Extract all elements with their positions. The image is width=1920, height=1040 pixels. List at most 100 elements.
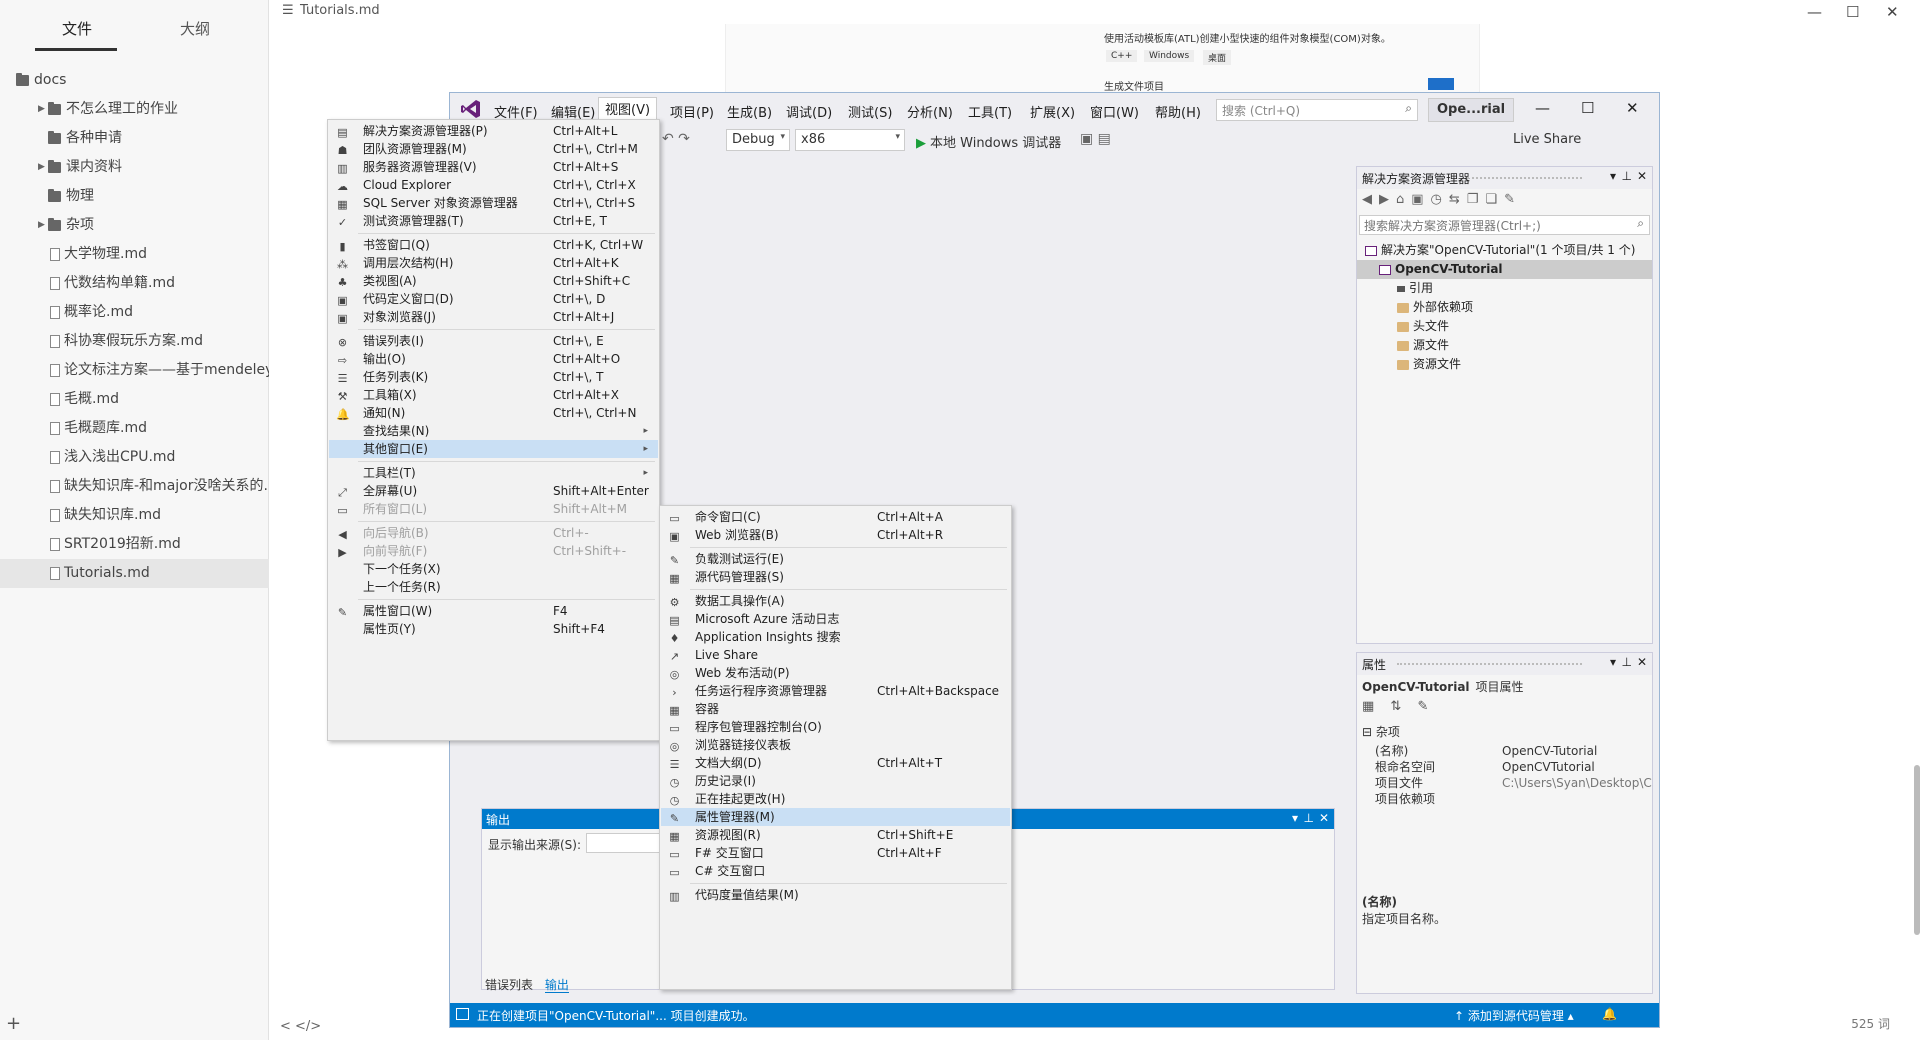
menu-item[interactable]: ◷ 历史记录(I) bbox=[661, 772, 1010, 790]
file-item[interactable]: 缺失知识库.md bbox=[0, 501, 269, 530]
folder-item[interactable]: docs bbox=[0, 66, 269, 95]
vs-search-box[interactable]: 搜索 (Ctrl+Q) ⌕ bbox=[1216, 99, 1418, 121]
solution-tree-item[interactable]: 引用 bbox=[1357, 279, 1652, 298]
file-item[interactable]: 代数结构单籍.md bbox=[0, 269, 269, 298]
solution-tree-item[interactable]: OpenCV-Tutorial bbox=[1357, 260, 1652, 279]
menu-icon[interactable]: ☰ bbox=[282, 3, 294, 18]
pane-close-icon[interactable]: ✕ bbox=[1637, 169, 1647, 183]
menu-item[interactable]: ▣ 对象浏览器(J) Ctrl+Alt+J bbox=[329, 308, 658, 326]
solution-search-input[interactable]: 搜索解决方案资源管理器(Ctrl+;) ⌕ bbox=[1359, 215, 1650, 235]
file-item[interactable]: 毛概.md bbox=[0, 385, 269, 414]
vs-project-name[interactable]: Ope...rial bbox=[1428, 98, 1515, 122]
tab-outline[interactable]: 大纲 bbox=[180, 18, 210, 39]
scrollbar-thumb[interactable] bbox=[1914, 765, 1920, 935]
menu-item[interactable]: ☁ Cloud Explorer Ctrl+\, Ctrl+X bbox=[329, 176, 658, 194]
properties-object-select[interactable]: OpenCV-Tutorial 项目属性 bbox=[1362, 678, 1524, 695]
menu-item[interactable]: › 任务运行程序资源管理器 Ctrl+Alt+Backspace bbox=[661, 682, 1010, 700]
menu-item[interactable]: ⁂ 调用层次结构(H) Ctrl+Alt+K bbox=[329, 254, 658, 272]
minimize-icon[interactable]: — bbox=[1807, 3, 1822, 21]
property-row[interactable]: 项目依赖项 bbox=[1357, 790, 1652, 809]
toolbar-extra-icons[interactable]: ▣ ▤ bbox=[1080, 131, 1111, 147]
file-item[interactable]: 论文标注方案——基于mendeley.md bbox=[0, 356, 269, 385]
menu-item[interactable]: 帮助(H) bbox=[1155, 102, 1201, 121]
caret-right-icon[interactable]: ▶ bbox=[38, 211, 45, 240]
property-category[interactable]: ⊟ 杂项 bbox=[1357, 723, 1652, 742]
menu-item[interactable]: 扩展(X) bbox=[1030, 102, 1075, 121]
pin-icon[interactable]: ⊥ bbox=[1304, 811, 1314, 825]
properties-toolbar[interactable]: ▦ ⇅ ✎ bbox=[1362, 699, 1434, 714]
menu-item[interactable]: ✎ 属性窗口(W) F4 bbox=[329, 602, 658, 620]
tab-files[interactable]: 文件 bbox=[62, 18, 92, 39]
pane-dropdown-icon[interactable]: ▾ bbox=[1292, 811, 1298, 825]
menu-item[interactable]: 分析(N) bbox=[907, 102, 953, 121]
menu-item[interactable]: ▤ Microsoft Azure 活动日志 bbox=[661, 610, 1010, 628]
menu-item[interactable]: ◎ 浏览器链接仪表板 bbox=[661, 736, 1010, 754]
menu-item[interactable]: ▦ 资源视图(R) Ctrl+Shift+E bbox=[661, 826, 1010, 844]
folder-item[interactable]: 物理 bbox=[0, 182, 269, 211]
maximize-icon[interactable]: ☐ bbox=[1846, 3, 1859, 21]
solution-explorer-toolbar[interactable]: ◀▶⌂▣◷⇆❐❏✎ bbox=[1362, 192, 1522, 207]
file-item[interactable]: SRT2019招新.md bbox=[0, 530, 269, 559]
menu-item[interactable]: ⇨ 输出(O) Ctrl+Alt+O bbox=[329, 350, 658, 368]
menu-item[interactable]: ▭ F# 交互窗口 Ctrl+Alt+F bbox=[661, 844, 1010, 862]
solution-tree-item[interactable]: 头文件 bbox=[1357, 317, 1652, 336]
menu-item[interactable]: ▣ 代码定义窗口(D) Ctrl+\, D bbox=[329, 290, 658, 308]
menu-item[interactable]: ▥ 服务器资源管理器(V) Ctrl+Alt+S bbox=[329, 158, 658, 176]
add-to-source-control-button[interactable]: ↑ 添加到源代码管理 ▴ bbox=[1454, 1007, 1574, 1024]
add-file-button[interactable]: + bbox=[6, 1013, 21, 1034]
menu-item[interactable]: ▣ Web 浏览器(B) Ctrl+Alt+R bbox=[661, 526, 1010, 544]
menu-item[interactable]: ⤢ 全屏幕(U) Shift+Alt+Enter bbox=[329, 482, 658, 500]
menu-item[interactable]: 查找结果(N) ▸ bbox=[329, 422, 658, 440]
pane-dropdown-icon[interactable]: ▾ bbox=[1610, 169, 1616, 183]
menu-item[interactable]: ✓ 测试资源管理器(T) Ctrl+E, T bbox=[329, 212, 658, 230]
file-item[interactable]: 概率论.md bbox=[0, 298, 269, 327]
menu-item[interactable]: ▦ 容器 bbox=[661, 700, 1010, 718]
pin-icon[interactable]: ⊥ bbox=[1622, 169, 1632, 183]
menu-item[interactable]: ⚒ 工具箱(X) Ctrl+Alt+X bbox=[329, 386, 658, 404]
undo-redo-icons[interactable]: ↶ ↷ bbox=[662, 131, 690, 147]
menu-item[interactable]: ◷ 正在挂起更改(H) bbox=[661, 790, 1010, 808]
menu-item[interactable]: 调试(D) bbox=[786, 102, 832, 121]
tab-output[interactable]: 输出 bbox=[544, 978, 569, 993]
menu-item[interactable]: ↗ Live Share bbox=[661, 646, 1010, 664]
menu-item[interactable]: 测试(S) bbox=[848, 102, 892, 121]
pin-icon[interactable]: ⊥ bbox=[1622, 655, 1632, 669]
tab-error-list[interactable]: 错误列表 bbox=[485, 978, 533, 992]
menu-item[interactable]: ▮ 书签窗口(Q) Ctrl+K, Ctrl+W bbox=[329, 236, 658, 254]
menu-item[interactable]: ☰ 任务列表(K) Ctrl+\, T bbox=[329, 368, 658, 386]
menu-item[interactable]: ✎ 属性管理器(M) bbox=[661, 808, 1010, 826]
menu-item[interactable]: 工具(T) bbox=[968, 102, 1012, 121]
menu-item[interactable]: ◎ Web 发布活动(P) bbox=[661, 664, 1010, 682]
editor-nav-icons[interactable]: < </> bbox=[280, 1019, 321, 1034]
pane-close-icon[interactable]: ✕ bbox=[1319, 811, 1329, 825]
menu-item[interactable]: 生成(B) bbox=[727, 102, 772, 121]
menu-item[interactable]: ⚙ 数据工具操作(A) bbox=[661, 592, 1010, 610]
solution-tree-item[interactable]: 外部依赖项 bbox=[1357, 298, 1652, 317]
folder-item[interactable]: 各种申请 bbox=[0, 124, 269, 153]
menu-item[interactable]: ☗ 团队资源管理器(M) Ctrl+\, Ctrl+M bbox=[329, 140, 658, 158]
solution-tree-item[interactable]: 源文件 bbox=[1357, 336, 1652, 355]
folder-item[interactable]: ▶ 杂项 bbox=[0, 211, 269, 240]
file-item[interactable]: 缺失知识库-和major没啥关系的.md bbox=[0, 472, 269, 501]
menu-item[interactable]: ▤ 解决方案资源管理器(P) Ctrl+Alt+L bbox=[329, 122, 658, 140]
menu-item[interactable]: 工具栏(T) ▸ bbox=[329, 464, 658, 482]
menu-item[interactable]: ▦ 源代码管理器(S) bbox=[661, 568, 1010, 586]
menu-item[interactable]: 窗口(W) bbox=[1090, 102, 1139, 121]
live-share-button[interactable]: Live Share bbox=[1513, 132, 1581, 147]
menu-item[interactable]: ▦ SQL Server 对象资源管理器 Ctrl+\, Ctrl+S bbox=[329, 194, 658, 212]
caret-right-icon[interactable]: ▶ bbox=[38, 95, 45, 124]
file-item[interactable]: Tutorials.md bbox=[0, 559, 269, 588]
file-item[interactable]: 科协寒假玩乐方案.md bbox=[0, 327, 269, 356]
notification-bell-icon[interactable]: 🔔 bbox=[1602, 1007, 1617, 1021]
menu-item[interactable]: ▥ 代码度量值结果(M) bbox=[661, 886, 1010, 904]
menu-item[interactable]: 其他窗口(E) ▸ bbox=[329, 440, 658, 458]
menu-item[interactable]: ▭ 命令窗口(C) Ctrl+Alt+A bbox=[661, 508, 1010, 526]
menu-item[interactable]: 🔔 通知(N) Ctrl+\, Ctrl+N bbox=[329, 404, 658, 422]
menu-item[interactable]: ☰ 文档大纲(D) Ctrl+Alt+T bbox=[661, 754, 1010, 772]
menu-item[interactable]: ♦ Application Insights 搜索 bbox=[661, 628, 1010, 646]
menu-item[interactable]: 属性页(Y) Shift+F4 bbox=[329, 620, 658, 638]
solution-tree-item[interactable]: 资源文件 bbox=[1357, 355, 1652, 374]
close-icon[interactable]: ✕ bbox=[1886, 3, 1899, 21]
menu-item[interactable]: ⊗ 错误列表(I) Ctrl+\, E bbox=[329, 332, 658, 350]
platform-select[interactable]: x86 ▾ bbox=[795, 129, 905, 151]
